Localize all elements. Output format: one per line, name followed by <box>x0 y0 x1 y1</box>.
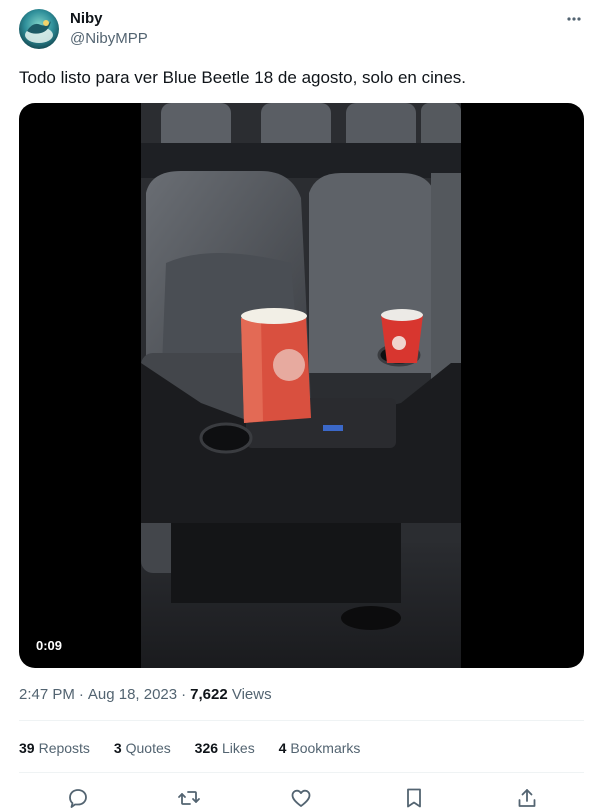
reply-icon <box>69 789 87 808</box>
views-count: 7,622 <box>190 686 228 703</box>
quotes-count: 3 <box>113 740 122 756</box>
bookmark-button[interactable] <box>402 786 426 810</box>
likes-label: Likes <box>222 740 255 756</box>
meta-separator: · <box>78 686 84 703</box>
tweet-date[interactable]: Aug 18, 2023 <box>88 686 177 703</box>
meta-separator-2: · <box>181 686 187 703</box>
share-icon <box>518 789 536 807</box>
likes-stat[interactable]: 326 Likes <box>195 738 255 758</box>
tweet-text: Todo listo para ver Blue Beetle 18 de ag… <box>19 68 467 87</box>
tweet-meta: 2:47 PM · Aug 18, 2023 · 7,622 Views <box>19 685 272 705</box>
bookmarks-count: 4 <box>278 740 287 756</box>
share-button[interactable] <box>515 786 539 810</box>
bookmarks-stat[interactable]: 4 Bookmarks <box>279 738 361 758</box>
bookmarks-label: Bookmarks <box>290 740 361 756</box>
likes-count: 326 <box>194 740 219 756</box>
reposts-stat[interactable]: 39 Reposts <box>19 738 90 758</box>
engagement-stats: 39 Reposts 3 Quotes 326 Likes 4 Bookmarks <box>19 738 380 758</box>
tweet-time[interactable]: 2:47 PM <box>19 686 75 703</box>
more-options-button[interactable] <box>560 8 588 30</box>
bookmark-icon <box>407 788 421 808</box>
reposts-count: 39 <box>19 740 35 756</box>
quotes-stat[interactable]: 3 Quotes <box>114 738 171 758</box>
reply-button[interactable] <box>66 786 90 810</box>
divider-bottom <box>19 772 584 773</box>
views-label: Views <box>231 686 272 703</box>
reposts-label: Reposts <box>38 740 90 756</box>
video-player[interactable]: 0:09 <box>19 103 584 668</box>
repost-button[interactable] <box>177 786 201 810</box>
author-display-name[interactable]: Niby <box>70 10 103 28</box>
action-bar <box>19 784 584 812</box>
video-frame <box>141 103 461 668</box>
quotes-label: Quotes <box>125 740 171 756</box>
heart-icon <box>291 789 311 807</box>
avatar[interactable] <box>19 9 59 49</box>
repost-icon <box>178 791 200 805</box>
divider-top <box>19 720 584 721</box>
like-button[interactable] <box>289 786 313 810</box>
video-duration: 0:09 <box>36 638 63 653</box>
more-dots-icon <box>567 17 581 21</box>
author-handle[interactable]: @NibyMPP <box>70 30 148 48</box>
